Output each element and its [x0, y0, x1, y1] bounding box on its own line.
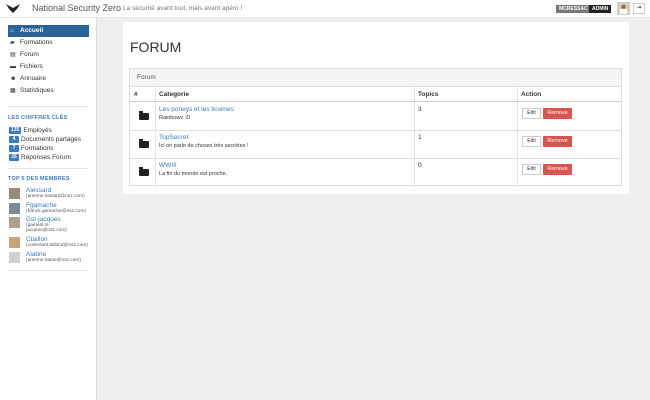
chart-icon: ▦: [10, 88, 16, 94]
users-icon: ☻: [10, 76, 17, 82]
member-name: Fgamache: [26, 202, 57, 209]
category-link[interactable]: Les poneys et les licornes: [159, 106, 234, 113]
topics-count: 0: [418, 162, 422, 169]
sidebar-item-annuaire[interactable]: ☻ Annuaire: [8, 73, 89, 85]
col-header-action: Action: [521, 91, 542, 98]
tagline: La sécurité avant tout, mais avant apéro…: [123, 5, 243, 12]
avatar: [9, 188, 20, 199]
stat-count: 26: [9, 154, 19, 161]
col-header-categorie: Categorie: [159, 91, 189, 98]
stat-formations[interactable]: 7 Formations: [9, 145, 54, 153]
category-description: Ici on parle de choses très secrètes !: [159, 143, 249, 149]
folder-icon: ▬: [10, 64, 16, 70]
member-item[interactable]: Alabrie (arienne.labrie@nsz.com): [9, 251, 94, 265]
sidebar-item-formations[interactable]: ▰ Formations: [8, 37, 89, 49]
member-item[interactable]: Fgamache (franck.gamache@nsz.com): [9, 202, 94, 216]
remove-button[interactable]: Remove: [543, 164, 572, 175]
sidebar-divider: [8, 270, 89, 271]
folder-open-icon: [139, 111, 149, 120]
remove-button[interactable]: Remove: [543, 136, 572, 147]
logout-button[interactable]: ⇥: [633, 3, 645, 14]
member-item[interactable]: Gst-jacques (gaétanl.st- jacques@nsz.com…: [9, 216, 94, 234]
avatar: [9, 237, 20, 248]
topics-count: 1: [418, 134, 422, 141]
stat-documents[interactable]: 4 Documents partagés: [9, 136, 81, 144]
member-name: Alabrie: [26, 251, 47, 258]
member-item[interactable]: Ctaillon (coelesant.tallond@nsz.com): [9, 236, 94, 250]
col-header-topics: Topics: [418, 91, 439, 98]
remove-button[interactable]: Remove: [543, 108, 572, 119]
category-link[interactable]: WWIII: [159, 162, 177, 169]
avatar: [9, 252, 20, 263]
avatar: [9, 217, 20, 228]
home-icon: ⌂: [10, 28, 14, 34]
row-divider: [130, 130, 621, 131]
column-divider: [155, 87, 156, 187]
member-name: Gst-jacques: [26, 216, 61, 223]
main-content: FORUM Forum # Categorie Topics Action Le…: [123, 22, 629, 194]
sidebar-item-statistiques[interactable]: ▦ Statistiques: [8, 85, 89, 97]
edit-button[interactable]: Edit: [522, 164, 541, 175]
user-avatar[interactable]: [617, 2, 630, 15]
eagle-logo-icon[interactable]: [6, 3, 20, 14]
column-divider: [517, 87, 518, 187]
folder-open-icon: [139, 167, 149, 176]
panel-title: Forum: [130, 69, 621, 87]
sidebar-divider: [8, 168, 89, 169]
page-title: FORUM: [130, 39, 182, 55]
sidebar-item-accueil[interactable]: ⌂ Accueil: [8, 25, 89, 37]
col-header-number: #: [134, 91, 138, 98]
member-item[interactable]: Alessard (arienne.lessard@nsz.com): [9, 187, 94, 201]
graduation-cap-icon: ▰: [10, 40, 15, 46]
stats-title: LES CHIFFRES CLÉS: [8, 115, 68, 121]
table-header-divider: [130, 101, 621, 102]
category-description: Rainbows :D: [159, 115, 191, 121]
category-description: La fin du monde est proche.: [159, 171, 228, 177]
sidebar: ⌂ Accueil ▰ Formations ▤ Forum ▬ Fichiers ☻ A…: [0, 18, 97, 400]
members-title: TOP 5 DES MEMBRES: [8, 176, 70, 182]
stat-count: 4: [9, 136, 19, 143]
row-divider: [130, 158, 621, 159]
member-email: (arienne.lessard@nsz.com): [26, 194, 85, 199]
member-name: Alessard: [26, 187, 52, 194]
stat-count: 7: [9, 145, 19, 152]
forum-panel: Forum # Categorie Topics Action Les pone…: [129, 68, 622, 187]
avatar: [9, 203, 20, 214]
column-divider: [414, 87, 415, 187]
member-email: (franck.gamache@nsz.com): [26, 209, 87, 214]
category-link[interactable]: TopSecret: [159, 134, 188, 141]
edit-button[interactable]: Edit: [522, 136, 541, 147]
brand-name[interactable]: National Security Zero: [32, 3, 121, 13]
top-navbar: National Security Zero La sécurité avant…: [0, 0, 650, 18]
username-badge[interactable]: MCRESSAC: [556, 5, 591, 13]
stat-count: 135: [9, 127, 22, 134]
list-icon: ▤: [10, 52, 16, 58]
member-name: Ctaillon: [26, 236, 48, 243]
folder-open-icon: [139, 139, 149, 148]
stat-reponses-forum[interactable]: 26 Réponses Forum: [9, 154, 71, 162]
member-email-cont: jacques@nsz.com): [26, 228, 67, 233]
sidebar-item-fichiers[interactable]: ▬ Fichiers: [8, 61, 89, 73]
member-email: (arienne.labrie@nsz.com): [26, 258, 81, 263]
member-email: (coelesant.tallond@nsz.com): [26, 243, 88, 248]
sidebar-item-forum[interactable]: ▤ Forum: [8, 49, 89, 61]
topics-count: 3: [418, 106, 422, 113]
edit-button[interactable]: Edit: [522, 108, 541, 119]
role-badge: ADMIN: [589, 5, 612, 13]
sidebar-divider: [8, 106, 89, 107]
stat-employes[interactable]: 135 Employés: [9, 127, 52, 135]
